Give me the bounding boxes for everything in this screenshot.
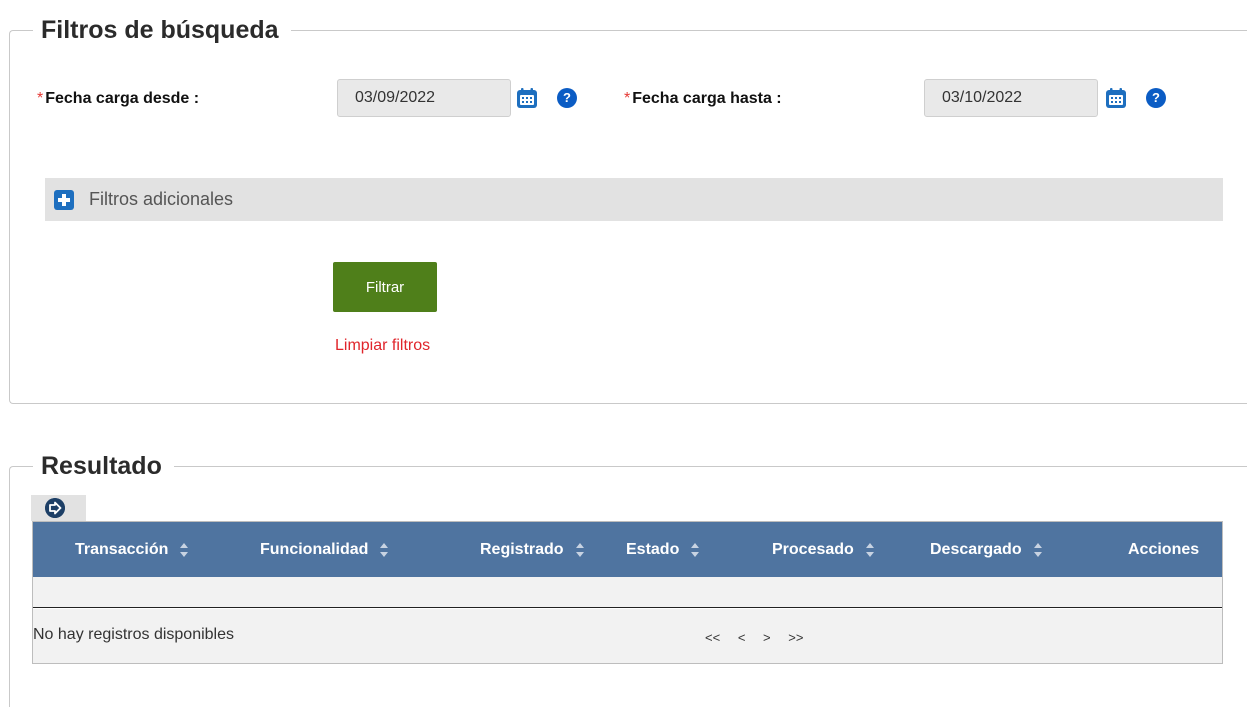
- sort-icon[interactable]: [180, 542, 189, 557]
- sort-icon[interactable]: [865, 542, 874, 557]
- column-registrado[interactable]: Registrado: [480, 522, 584, 577]
- column-transaccion[interactable]: Transacción: [75, 522, 189, 577]
- pager-prev[interactable]: <: [738, 630, 746, 645]
- column-label: Procesado: [772, 541, 854, 558]
- column-estado[interactable]: Estado: [626, 522, 700, 577]
- export-button[interactable]: [31, 495, 86, 521]
- results-legend: Resultado: [33, 451, 174, 481]
- help-icon[interactable]: ?: [1146, 88, 1166, 108]
- additional-filters-toggle[interactable]: Filtros adicionales: [45, 178, 1223, 221]
- column-descargado[interactable]: Descargado: [930, 522, 1042, 577]
- date-to-label-text: Fecha carga hasta :: [632, 90, 782, 107]
- calendar-icon[interactable]: [1105, 87, 1127, 109]
- results-table: Transacción Funcionalidad Registrado Est…: [32, 521, 1223, 664]
- required-mark: *: [624, 90, 631, 107]
- column-label: Estado: [626, 541, 680, 558]
- clear-filters-link[interactable]: Limpiar filtros: [335, 336, 430, 356]
- date-to-input[interactable]: [924, 79, 1098, 117]
- column-label: Descargado: [930, 541, 1022, 558]
- filters-legend: Filtros de búsqueda: [33, 15, 291, 45]
- plus-icon[interactable]: [54, 190, 74, 210]
- column-label: Acciones: [1128, 541, 1200, 558]
- additional-filters-label: Filtros adicionales: [89, 189, 234, 209]
- filter-button[interactable]: Filtrar: [333, 262, 437, 312]
- column-label: Registrado: [480, 541, 564, 558]
- export-icon[interactable]: [45, 498, 65, 518]
- column-procesado[interactable]: Procesado: [772, 522, 874, 577]
- column-funcionalidad[interactable]: Funcionalidad: [260, 522, 389, 577]
- sort-icon[interactable]: [575, 542, 584, 557]
- date-from-label: * Fecha carga desde :: [37, 89, 199, 109]
- sort-icon[interactable]: [1033, 542, 1042, 557]
- table-row: [33, 577, 1222, 608]
- pagination: << < > >>: [705, 630, 811, 645]
- column-acciones: Acciones: [1128, 522, 1199, 577]
- calendar-icon[interactable]: [516, 87, 538, 109]
- pager-next[interactable]: >: [763, 630, 771, 645]
- help-icon[interactable]: ?: [557, 88, 577, 108]
- date-from-input[interactable]: [337, 79, 511, 117]
- pager-first[interactable]: <<: [705, 630, 720, 645]
- required-mark: *: [37, 90, 44, 107]
- no-records-message: No hay registros disponibles: [33, 626, 234, 643]
- column-label: Funcionalidad: [260, 541, 369, 558]
- table-footer: No hay registros disponibles << < > >>: [33, 609, 1222, 663]
- date-to-label: * Fecha carga hasta :: [624, 89, 782, 109]
- sort-icon[interactable]: [691, 542, 700, 557]
- column-label: Transacción: [75, 541, 169, 558]
- sort-icon[interactable]: [380, 542, 389, 557]
- pager-last[interactable]: >>: [788, 630, 803, 645]
- table-header: Transacción Funcionalidad Registrado Est…: [33, 522, 1222, 577]
- date-from-label-text: Fecha carga desde :: [45, 90, 200, 107]
